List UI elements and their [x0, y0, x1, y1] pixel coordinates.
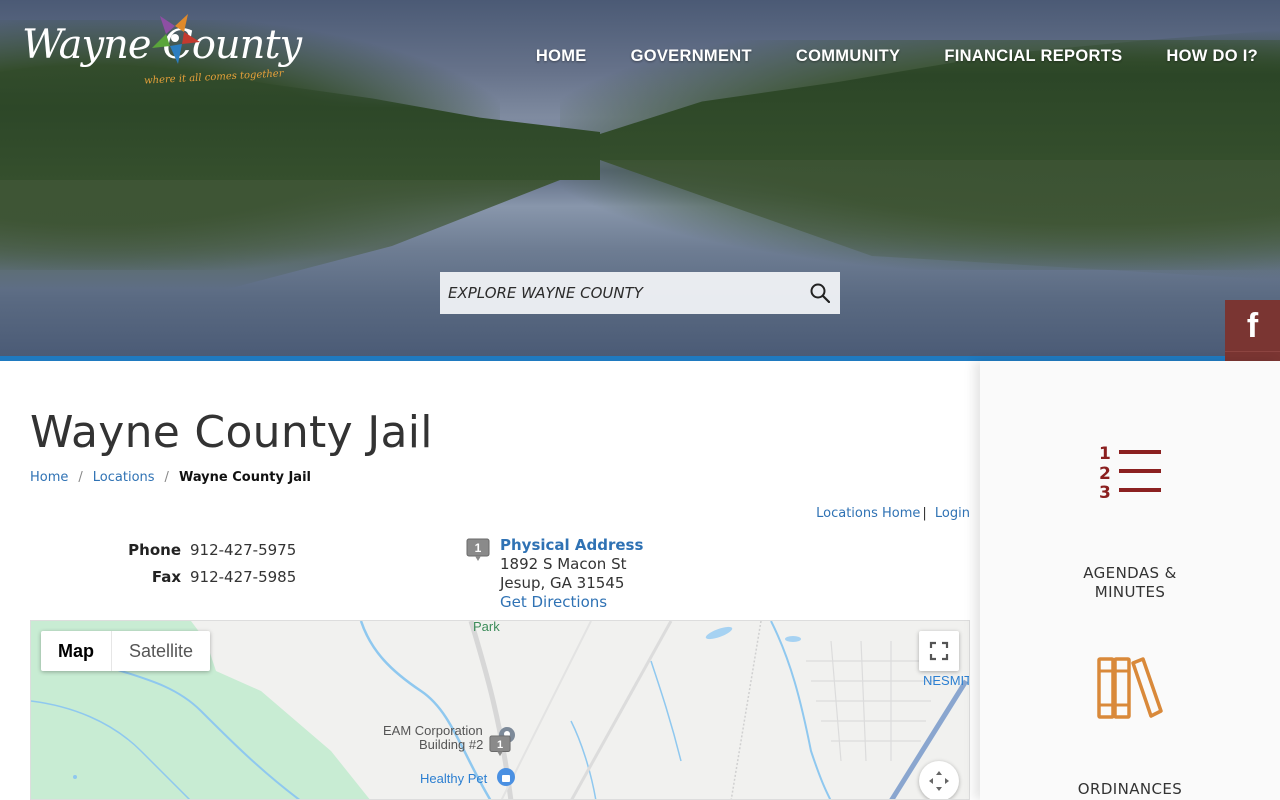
search-box: [440, 272, 840, 314]
map-type-toggle: Map Satellite: [41, 631, 211, 671]
fax-row: Fax 912-427-5985: [100, 563, 296, 590]
breadcrumb-home[interactable]: Home: [30, 470, 68, 485]
breadcrumb-separator: /: [78, 470, 83, 485]
quick-link-label: AGENDAS &: [1083, 564, 1177, 582]
address-street: 1892 S Macon St: [500, 555, 627, 573]
hero-banner: Wayne County where it all comes together…: [0, 0, 1280, 356]
facebook-icon: f: [1246, 306, 1259, 345]
svg-text:1: 1: [1099, 444, 1111, 464]
map-label-eam: EAM Corporation: [383, 723, 483, 738]
link-separator: |: [922, 506, 927, 521]
map-label-eam-building: Building #2: [419, 737, 484, 752]
facebook-button[interactable]: f: [1225, 300, 1280, 352]
map-type-satellite[interactable]: Satellite: [111, 631, 210, 671]
location-map[interactable]: Map Satellite Park EAM Corporation Build…: [30, 620, 970, 800]
utility-links: Locations Home | Login: [816, 506, 970, 521]
login-link[interactable]: Login: [935, 506, 970, 521]
map-label-nesmith: NESMIT: [923, 673, 970, 688]
fax-label: Fax: [151, 567, 181, 586]
map-pan-control[interactable]: [919, 761, 959, 799]
breadcrumb: Home / Locations / Wayne County Jail: [30, 470, 311, 485]
main-content: Wayne County Jail Home / Locations / Way…: [0, 361, 980, 800]
logo-star-icon: [152, 14, 200, 64]
page-title: Wayne County Jail: [30, 407, 433, 458]
search-input[interactable]: [440, 272, 800, 314]
nav-government[interactable]: GOVERNMENT: [631, 47, 752, 66]
map-type-map[interactable]: Map: [41, 631, 111, 671]
map-marker-icon: 1: [466, 538, 490, 561]
address-city: Jesup, GA 31545: [500, 574, 625, 592]
numbered-list-icon: 1 2 3: [1099, 444, 1161, 503]
fullscreen-icon: [929, 641, 949, 661]
quick-links-sidebar: 1 2 3 AGENDAS & MINUTES ORDINANCES: [980, 361, 1280, 800]
logo-tagline: where it all comes together: [143, 68, 284, 87]
quick-link-label: MINUTES: [1094, 583, 1166, 601]
fullscreen-button[interactable]: [919, 631, 959, 671]
get-directions-link[interactable]: Get Directions: [500, 593, 607, 611]
nav-home[interactable]: HOME: [536, 47, 587, 66]
shopping-poi-icon[interactable]: [496, 767, 516, 787]
fax-value: 912-427-5985: [190, 567, 297, 586]
books-icon: [1097, 657, 1163, 719]
breadcrumb-current: Wayne County Jail: [178, 470, 311, 485]
phone-value: 912-427-5975: [190, 540, 297, 559]
location-marker-icon[interactable]: 1: [489, 735, 511, 757]
map-label-park: Park: [473, 620, 500, 634]
nav-community[interactable]: COMMUNITY: [796, 47, 900, 66]
svg-text:2: 2: [1099, 464, 1111, 484]
nav-financial-reports[interactable]: FINANCIAL REPORTS: [944, 47, 1122, 66]
phone-row: Phone 912-427-5975: [100, 536, 296, 563]
map-label-healthy-pet: Healthy Pet: [420, 771, 488, 786]
nav-how-do-i[interactable]: HOW DO I?: [1166, 47, 1258, 66]
map-marker-number: 1: [497, 739, 503, 751]
address-title: Physical Address: [500, 536, 644, 554]
breadcrumb-locations[interactable]: Locations: [93, 470, 155, 485]
site-logo[interactable]: Wayne County where it all comes together: [22, 12, 302, 92]
quick-link-ordinances[interactable]: ORDINANCES: [980, 655, 1280, 799]
contact-info: Phone 912-427-5975 Fax 912-427-5985: [100, 536, 296, 590]
locations-home-link[interactable]: Locations Home: [816, 506, 920, 521]
breadcrumb-separator: /: [164, 470, 169, 485]
pan-arrows-icon: [929, 771, 949, 791]
marker-number: 1: [475, 541, 482, 555]
search-icon[interactable]: [810, 283, 830, 303]
main-nav: HOME GOVERNMENT COMMUNITY FINANCIAL REPO…: [536, 47, 1258, 66]
phone-label: Phone: [128, 540, 181, 559]
quick-link-agendas-minutes[interactable]: 1 2 3 AGENDAS & MINUTES: [980, 441, 1280, 602]
svg-text:3: 3: [1099, 483, 1111, 501]
quick-link-label: ORDINANCES: [1077, 780, 1183, 798]
